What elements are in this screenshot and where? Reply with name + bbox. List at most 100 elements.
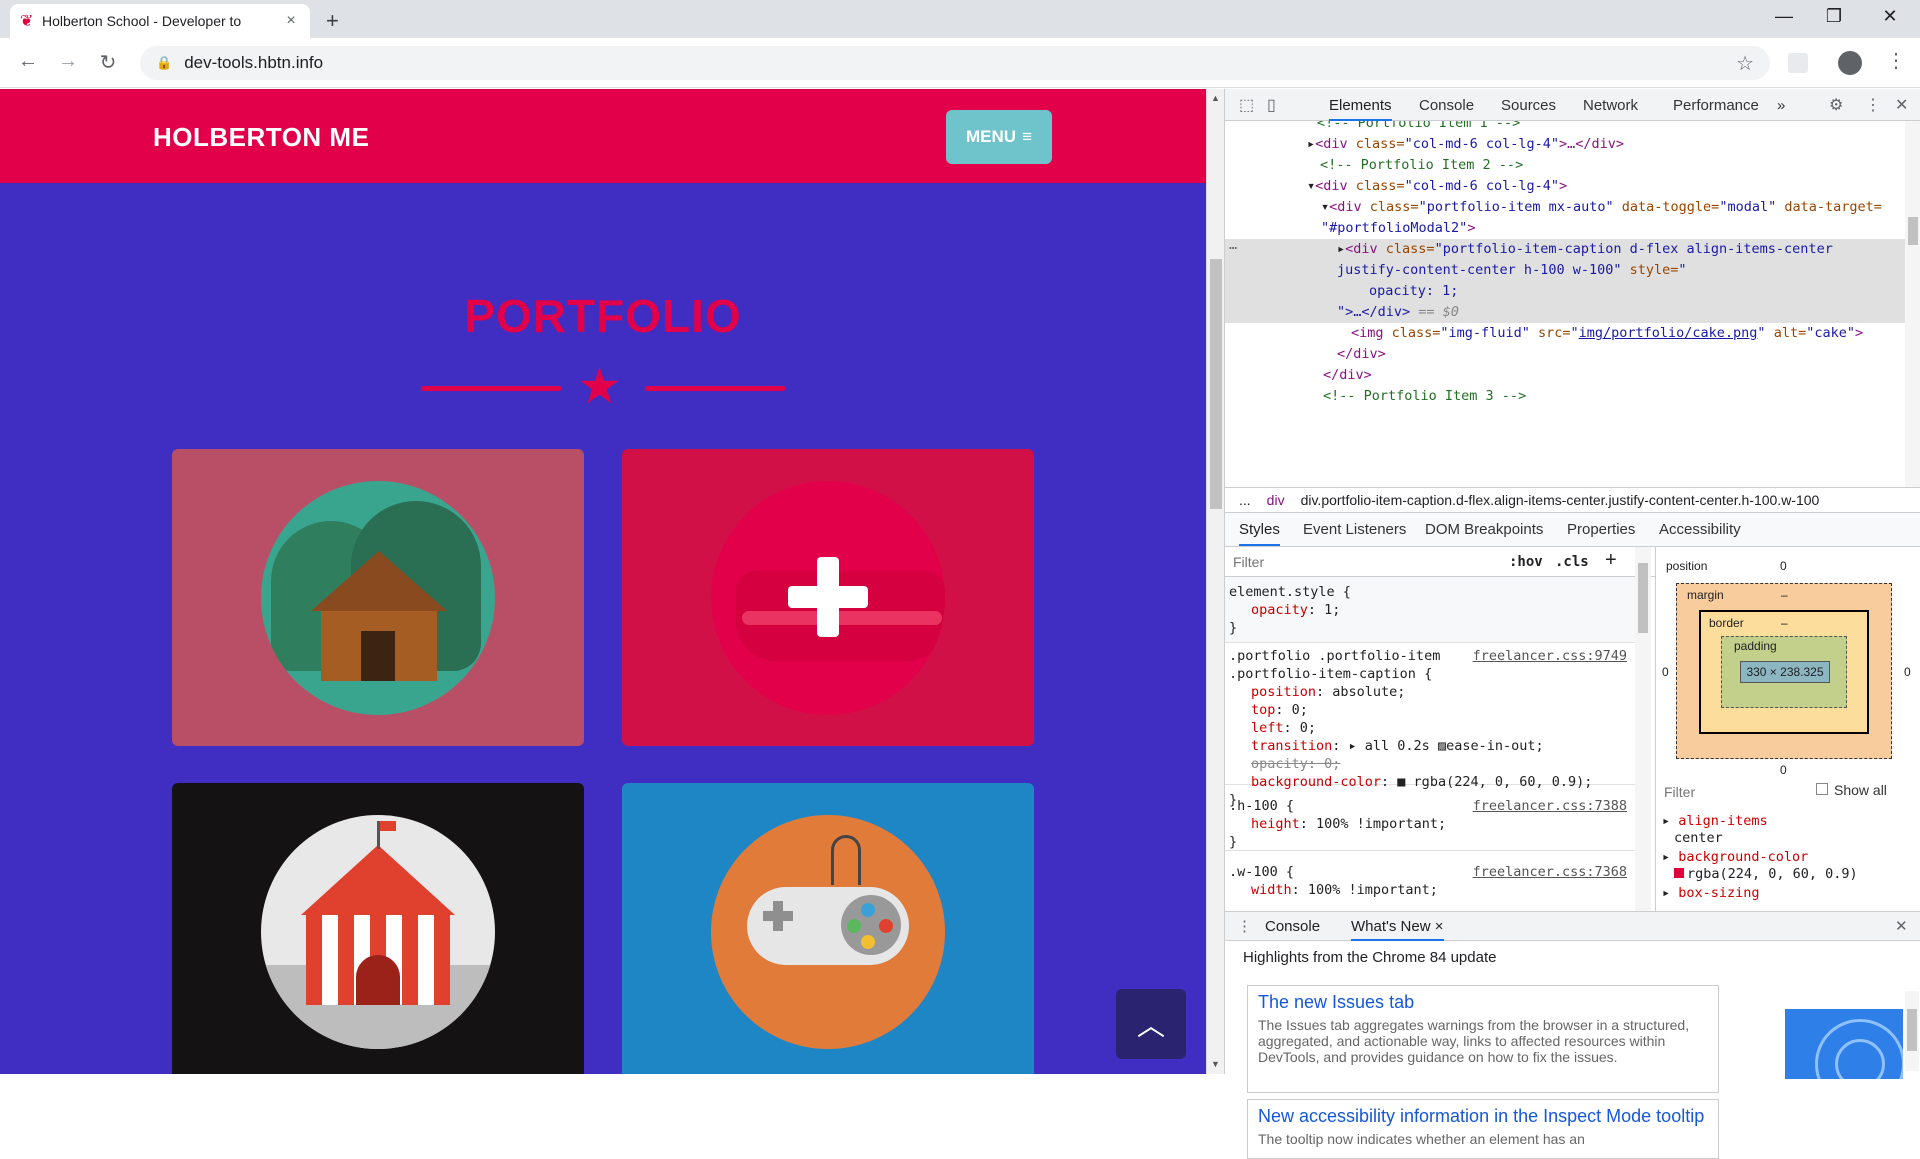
style-property[interactable]: position: absolute; (1229, 683, 1631, 701)
forward-button[interactable]: → (54, 50, 82, 73)
box-margin-top[interactable]: – (1781, 588, 1788, 602)
gear-icon[interactable]: ⚙ (1829, 95, 1843, 115)
device-toolbar-icon[interactable]: ▯ (1267, 95, 1276, 115)
devtools-close-icon[interactable]: ✕ (1895, 95, 1908, 115)
tab-network[interactable]: Network (1583, 97, 1638, 114)
box-position-bottom[interactable]: 0 (1780, 763, 1787, 777)
rule-selector[interactable]: .portfolio-item-caption { (1229, 665, 1631, 683)
subtab-styles[interactable]: Styles (1239, 521, 1280, 546)
minimize-button[interactable]: — (1764, 6, 1804, 27)
whats-new-card[interactable]: New accessibility information in the Ins… (1247, 1099, 1719, 1159)
back-button[interactable]: ← (14, 50, 42, 73)
extension-icon[interactable] (1788, 53, 1808, 73)
portfolio-item-circus[interactable] (172, 783, 584, 1074)
styles-scrollbar[interactable] (1635, 547, 1651, 911)
box-border[interactable]: border – padding 330 × 238.325 (1699, 610, 1869, 734)
subtab-dom-breakpoints[interactable]: DOM Breakpoints (1425, 521, 1543, 538)
scroll-down-arrow-icon[interactable]: ▼ (1211, 1059, 1220, 1069)
drawer-menu-icon[interactable]: ⋮ (1237, 917, 1252, 935)
computed-prop[interactable]: ▸ box-sizing (1662, 885, 1858, 902)
dom-comment-item2[interactable]: <!-- Portfolio Item 2 --> (1320, 155, 1920, 176)
card-title[interactable]: New accessibility information in the Ins… (1258, 1106, 1708, 1127)
node-ellipsis[interactable]: … (1229, 235, 1237, 256)
kebab-menu-icon[interactable]: ⋮ (1865, 95, 1881, 115)
show-all-checkbox[interactable] (1816, 783, 1828, 795)
style-property[interactable]: transition: ▸ all 0.2s ▨ease-in-out; (1229, 737, 1631, 755)
portfolio-item-game[interactable] (622, 783, 1034, 1074)
breadcrumb-path[interactable]: div.portfolio-item-caption.d-flex.align-… (1301, 492, 1820, 508)
portfolio-item-cabin[interactable] (172, 449, 584, 746)
bookmark-star-icon[interactable]: ☆ (1736, 51, 1754, 76)
hov-button[interactable]: :hov (1509, 554, 1543, 570)
style-property-overridden[interactable]: opacity: 0; (1229, 755, 1631, 773)
whats-new-card[interactable]: The new Issues tab The Issues tab aggreg… (1247, 985, 1719, 1093)
rule-source-link[interactable]: freelancer.css:9749 (1473, 647, 1627, 665)
style-property[interactable]: opacity: 1; (1229, 601, 1631, 619)
cls-button[interactable]: .cls (1555, 554, 1589, 570)
dom-comment-item3[interactable]: <!-- Portfolio Item 3 --> (1323, 386, 1920, 407)
drawer-scrollbar[interactable] (1905, 991, 1919, 1071)
dom-close-div[interactable]: </div> (1337, 344, 1920, 365)
rule-selector[interactable]: element.style { (1229, 583, 1631, 601)
subtab-accessibility[interactable]: Accessibility (1659, 521, 1741, 538)
profile-avatar-icon[interactable] (1838, 51, 1862, 75)
browser-menu-icon[interactable]: ⋮ (1886, 48, 1906, 73)
rule-source-link[interactable]: freelancer.css:7368 (1473, 863, 1627, 881)
address-bar[interactable]: 🔒 dev-tools.hbtn.info ☆ (140, 46, 1770, 80)
styles-scrollbar-thumb[interactable] (1638, 563, 1648, 633)
tab-elements[interactable]: Elements (1329, 97, 1392, 121)
portfolio-item-cake[interactable] (622, 449, 1034, 746)
browser-tab[interactable]: ❦ Holberton School - Developer to × (10, 4, 310, 38)
new-rule-button[interactable]: + (1605, 549, 1617, 572)
more-tabs-button[interactable]: » (1777, 97, 1785, 114)
scroll-to-top-button[interactable]: ︿ (1116, 989, 1186, 1059)
new-tab-button[interactable]: + (326, 8, 339, 34)
box-border-top[interactable]: – (1781, 616, 1788, 630)
menu-button[interactable]: MENU ≡ (946, 110, 1052, 164)
tab-close-button[interactable]: × (282, 12, 300, 30)
box-position-top[interactable]: 0 (1780, 559, 1787, 573)
drawer-tab-whats-new[interactable]: What's New × (1351, 918, 1444, 941)
style-property[interactable]: top: 0; (1229, 701, 1631, 719)
url-text[interactable]: dev-tools.hbtn.info (184, 53, 1736, 73)
box-position-right[interactable]: 0 (1904, 665, 1911, 679)
style-property[interactable]: height: 100% !important; (1229, 815, 1631, 833)
computed-filter-input[interactable] (1660, 781, 1810, 803)
subtab-event-listeners[interactable]: Event Listeners (1303, 521, 1406, 538)
box-content[interactable]: 330 × 238.325 (1740, 661, 1830, 683)
card-title[interactable]: The new Issues tab (1258, 992, 1708, 1013)
dom-close-div[interactable]: </div> (1323, 365, 1920, 386)
dom-node-portfolio-item[interactable]: ▾<div class="portfolio-item mx-auto" dat… (1321, 197, 1920, 218)
styles-filter-input[interactable] (1229, 551, 1489, 573)
page-scrollbar-thumb[interactable] (1210, 259, 1222, 509)
subtab-properties[interactable]: Properties (1567, 521, 1635, 538)
reload-button[interactable]: ↻ (94, 50, 122, 75)
dom-comment-item1[interactable]: <!-- Portfolio Item 1 --> (1317, 121, 1920, 134)
dom-node-img[interactable]: <img class="img-fluid" src="img/portfoli… (1351, 323, 1920, 344)
dom-scrollbar-thumb[interactable] (1908, 217, 1918, 245)
computed-prop[interactable]: ▸ align-items (1662, 813, 1858, 830)
window-close-button[interactable]: ✕ (1870, 6, 1910, 27)
scroll-up-arrow-icon[interactable]: ▲ (1211, 93, 1220, 103)
box-margin[interactable]: margin – border – padding 330 × 238.325 (1676, 583, 1892, 759)
box-position-left[interactable]: 0 (1662, 665, 1669, 679)
drawer-close-icon[interactable]: ✕ (1895, 917, 1908, 935)
breadcrumb-ellipsis[interactable]: ... (1239, 492, 1251, 508)
style-property[interactable]: background-color: ■ rgba(224, 0, 60, 0.9… (1229, 773, 1631, 791)
close-tab-icon[interactable]: × (1435, 918, 1444, 935)
dom-node-col2[interactable]: ▾<div class="col-md-6 col-lg-4"> (1307, 176, 1920, 197)
maximize-button[interactable]: ❐ (1814, 6, 1854, 27)
box-padding[interactable]: padding 330 × 238.325 (1721, 636, 1847, 708)
breadcrumb-tag[interactable]: div (1267, 492, 1285, 508)
computed-prop[interactable]: ▸ background-color (1662, 849, 1858, 866)
dom-node-col1[interactable]: ▸<div class="col-md-6 col-lg-4">…</div> (1307, 134, 1920, 155)
style-property[interactable]: left: 0; (1229, 719, 1631, 737)
site-brand[interactable]: HOLBERTON ME (153, 122, 369, 153)
dom-node-selected[interactable]: … ▸<div class="portfolio-item-caption d-… (1225, 237, 1905, 323)
page-scrollbar[interactable]: ▲ ▼ (1206, 89, 1224, 1074)
tab-console[interactable]: Console (1419, 97, 1474, 114)
dom-scrollbar[interactable] (1905, 121, 1920, 487)
tab-performance[interactable]: Performance (1673, 97, 1759, 114)
inspect-icon[interactable]: ⬚ (1239, 95, 1254, 115)
drawer-tab-console[interactable]: Console (1265, 918, 1320, 935)
